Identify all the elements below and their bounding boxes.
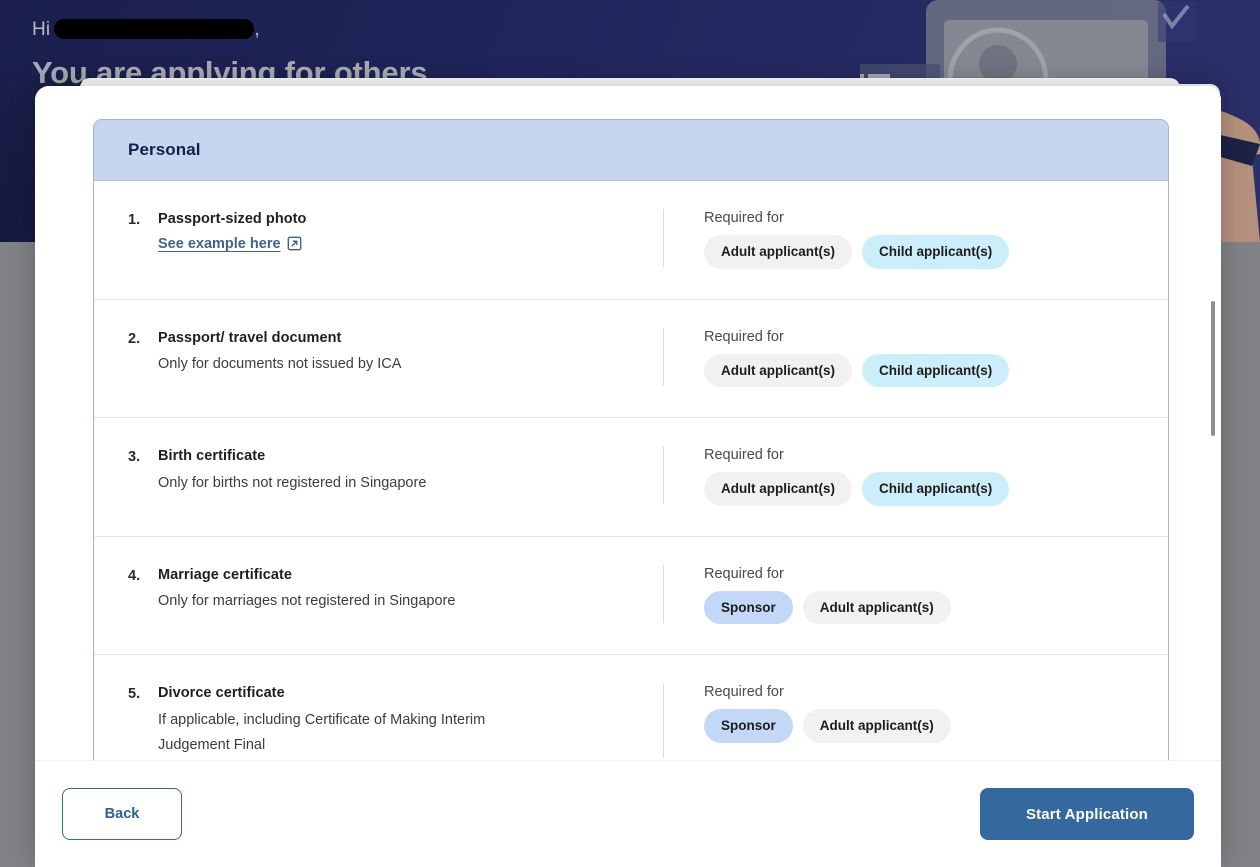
modal-scrollbar-thumb[interactable] (1211, 301, 1215, 436)
document-title: Passport-sized photo (158, 211, 307, 227)
document-row-right: Required for Sponsor Adult applicant(s) (664, 683, 1134, 743)
document-text-block: Birth certificate Only for births not reg… (158, 446, 643, 496)
document-row-right: Required for Sponsor Adult applicant(s) (664, 565, 1134, 625)
document-index: 5. (128, 686, 141, 703)
document-index: 2. (128, 330, 141, 347)
document-row: 2. Passport/ travel document Only for docu… (94, 300, 1168, 419)
applicant-badge: Child applicant(s) (862, 235, 1010, 269)
document-row-left: 4. Marriage certificate Only for marriages… (128, 564, 664, 623)
redacted-name-block (54, 19, 255, 39)
document-title: Marriage certificate (158, 566, 292, 583)
hero-greeting: Hi, (32, 19, 260, 41)
document-text-block: Marriage certificate Only for marriages n… (158, 565, 643, 615)
document-row-right: Required for Adult applicant(s) Child appl… (664, 446, 1134, 506)
document-subtitle: Only for births not registered in Singap… (158, 474, 427, 491)
badge-group: Adult applicant(s) Child applicant(s) (704, 472, 1134, 506)
document-row: 3. Birth certificate Only for births not r… (94, 418, 1168, 537)
see-example-link[interactable]: See example here (158, 236, 302, 252)
document-checklist-modal: Personal 1. Passport-sized photo See examp… (35, 86, 1221, 867)
modal-scroll-region[interactable]: Personal 1. Passport-sized photo See examp… (35, 86, 1221, 760)
personal-documents-card: Personal 1. Passport-sized photo See examp… (93, 119, 1169, 760)
document-row-left: 1. Passport-sized photo See example here (128, 209, 664, 267)
personal-section-header: Personal (94, 120, 1168, 181)
applicant-badge: Adult applicant(s) (704, 353, 852, 388)
document-row-right: Required for Adult applicant(s) Child appl… (664, 209, 1134, 269)
required-for-label: Required for (704, 210, 784, 226)
hero-greeting-prefix: Hi (32, 19, 51, 40)
document-row-list: 1. Passport-sized photo See example here Re… (94, 181, 1168, 760)
badge-group: Sponsor Adult applicant(s) (704, 590, 1134, 625)
see-example-link-label: See example here (158, 235, 281, 252)
applicant-badge: Adult applicant(s) (802, 590, 951, 625)
document-row-left: 5. Divorce certificate If applicable, incl… (128, 683, 664, 758)
document-subtitle: Only for marriages not registered in Sin… (158, 593, 456, 610)
modal-footer: Back Start Application (35, 760, 1221, 867)
required-for-label: Required for (704, 565, 784, 582)
applicant-badge: Adult applicant(s) (704, 472, 852, 506)
document-text-block: Passport/ travel document Only for docume… (158, 328, 643, 378)
hero-greeting-suffix: , (254, 19, 260, 40)
document-title: Divorce certificate (158, 685, 285, 702)
document-index: 4. (128, 567, 141, 584)
required-for-label: Required for (704, 328, 784, 345)
back-button[interactable]: Back (62, 788, 182, 840)
document-text-block: Passport-sized photo See example here (158, 209, 643, 253)
section-title: Personal (128, 140, 201, 159)
applicant-badge: Adult applicant(s) (704, 235, 852, 269)
document-row: 1. Passport-sized photo See example here Re… (94, 181, 1168, 300)
document-row-left: 3. Birth certificate Only for births not r… (128, 446, 664, 505)
badge-group: Adult applicant(s) Child applicant(s) (704, 353, 1134, 388)
document-row: 4. Marriage certificate Only for marriages… (94, 537, 1168, 656)
document-index: 3. (128, 449, 141, 466)
applicant-badge: Adult applicant(s) (802, 709, 951, 743)
applicant-badge: Child applicant(s) (862, 353, 1010, 388)
document-title: Passport/ travel document (158, 329, 342, 346)
applicant-badge: Sponsor (704, 709, 793, 743)
document-title: Birth certificate (158, 448, 266, 465)
badge-group: Sponsor Adult applicant(s) (704, 709, 1134, 743)
required-for-label: Required for (704, 684, 784, 701)
document-text-block: Divorce certificate If applicable, includ… (158, 683, 643, 758)
document-row-left: 2. Passport/ travel document Only for docu… (128, 327, 664, 386)
badge-group: Adult applicant(s) Child applicant(s) (704, 235, 1134, 269)
applicant-badge: Child applicant(s) (862, 472, 1010, 506)
required-for-label: Required for (704, 447, 784, 464)
document-index: 1. (128, 212, 141, 228)
document-row-right: Required for Adult applicant(s) Child appl… (664, 328, 1134, 388)
document-row: 5. Divorce certificate If applicable, incl… (94, 655, 1168, 760)
applicant-badge: Sponsor (704, 590, 793, 625)
document-subtitle: If applicable, including Certificate of … (158, 711, 486, 753)
document-subtitle: Only for documents not issued by ICA (158, 356, 402, 373)
external-link-icon (287, 236, 302, 251)
start-application-button[interactable]: Start Application (980, 788, 1194, 840)
